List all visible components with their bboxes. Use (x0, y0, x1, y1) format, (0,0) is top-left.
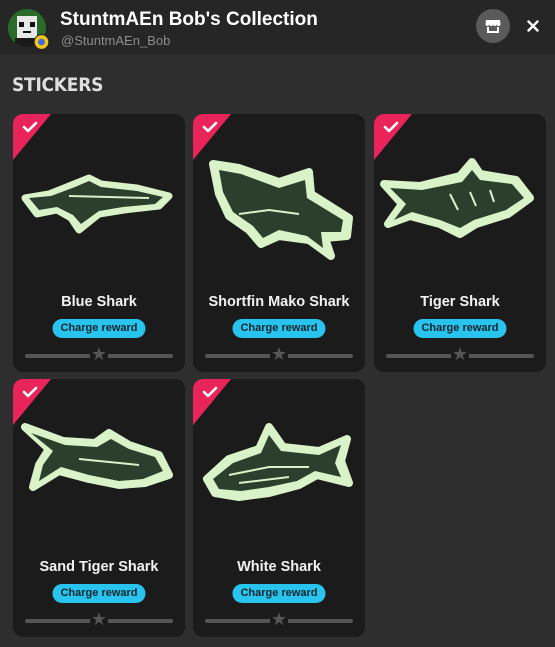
status-badge (34, 34, 49, 49)
charge-reward-button[interactable]: Charge reward (52, 584, 146, 603)
store-icon (485, 19, 501, 33)
sticker-name: White Shark (237, 559, 321, 575)
sticker-image (199, 409, 359, 539)
star-icon[interactable]: ★ (90, 611, 108, 629)
charge-reward-button[interactable]: Charge reward (232, 319, 326, 338)
sticker-name: Shortfin Mako Shark (208, 294, 350, 310)
sticker-image (19, 409, 179, 539)
sticker-image (380, 144, 540, 274)
sticker-card[interactable]: Shortfin Mako Shark Charge reward ★ (193, 114, 365, 372)
user-handle: @StuntmAEn_Bob (61, 33, 171, 48)
charge-reward-button[interactable]: Charge reward (413, 319, 507, 338)
sticker-image (19, 144, 179, 274)
close-button[interactable] (520, 13, 546, 39)
sticker-name: Blue Shark (61, 294, 137, 310)
section-title: STICKERS (12, 74, 104, 96)
sticker-card[interactable]: Sand Tiger Shark Charge reward ★ (13, 379, 185, 637)
sticker-name: Tiger Shark (420, 294, 500, 310)
charge-reward-button[interactable]: Charge reward (232, 584, 326, 603)
collection-title: StuntmAEn Bob's Collection (60, 9, 318, 30)
close-icon (527, 20, 539, 32)
avatar[interactable] (8, 9, 49, 49)
sticker-card[interactable]: Blue Shark Charge reward ★ (13, 114, 185, 372)
shop-button[interactable] (476, 9, 510, 43)
star-icon[interactable]: ★ (90, 346, 108, 364)
sticker-image (199, 144, 359, 274)
star-icon[interactable]: ★ (270, 346, 288, 364)
sticker-card[interactable]: White Shark Charge reward ★ (193, 379, 365, 637)
badge-icon (34, 34, 49, 49)
charge-reward-button[interactable]: Charge reward (52, 319, 146, 338)
sticker-card[interactable]: Tiger Shark Charge reward ★ (374, 114, 546, 372)
star-icon[interactable]: ★ (270, 611, 288, 629)
sticker-name: Sand Tiger Shark (39, 559, 159, 575)
header: StuntmAEn Bob's Collection @StuntmAEn_Bo… (0, 0, 555, 54)
star-icon[interactable]: ★ (451, 346, 469, 364)
